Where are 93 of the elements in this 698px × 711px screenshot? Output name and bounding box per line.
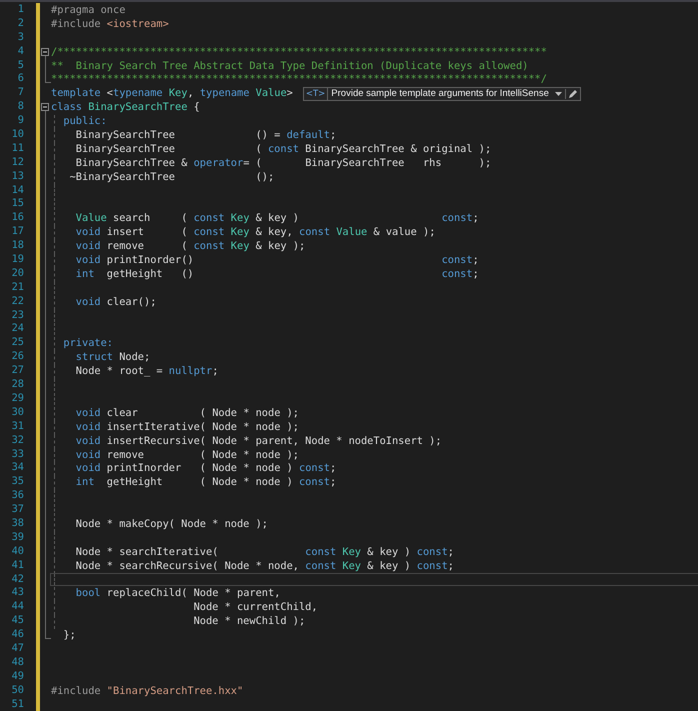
- line-number: 8: [16, 100, 25, 114]
- code-line: void printInorder() const;: [74, 254, 479, 268]
- line-number: 13: [10, 170, 25, 184]
- code-line: #include "BinarySearchTree.hxx": [51, 684, 244, 699]
- code-line: };: [62, 629, 76, 643]
- line-number: 44: [10, 600, 25, 614]
- collapse-icon[interactable]: [41, 103, 49, 112]
- collapse-icon[interactable]: [41, 48, 49, 56]
- code-line: private:: [62, 337, 113, 352]
- line-number: 35: [10, 475, 25, 490]
- line-number: 38: [10, 516, 25, 531]
- code-line: void remove ( Node * node );: [74, 448, 299, 462]
- line-number: 20: [10, 266, 25, 281]
- line-number: 27: [10, 364, 25, 378]
- line-number: 46: [10, 628, 25, 642]
- line-number: 42: [10, 572, 25, 586]
- line-number: 12: [10, 156, 25, 170]
- line-number: 48: [10, 656, 25, 670]
- code-line: void clear ( Node * node );: [74, 406, 299, 421]
- template-badge: <T>: [304, 88, 328, 100]
- line-number: 5: [16, 58, 25, 73]
- line-number: 15: [10, 197, 25, 212]
- line-number: 37: [10, 503, 25, 517]
- line-number: 24: [10, 322, 25, 336]
- code-line: void insert ( const Key & key, const Value & value );: [74, 226, 436, 240]
- line-number: 50: [10, 684, 25, 698]
- line-number: 9: [16, 114, 25, 128]
- line-number: 1: [16, 3, 25, 17]
- line-number: 22: [10, 294, 25, 309]
- line-number: 32: [10, 434, 25, 448]
- code-line: void printInorder ( Node * node ) const;: [74, 462, 336, 476]
- line-number: 18: [10, 239, 25, 254]
- line-number: 16: [10, 211, 25, 226]
- line-number: 29: [10, 392, 25, 406]
- code-line: #include <iostream>: [51, 18, 169, 32]
- hint-label: Provide sample template arguments for IntelliSense: [330, 88, 550, 100]
- line-number: 43: [10, 586, 25, 600]
- line-number: 23: [10, 308, 25, 322]
- caret-icon[interactable]: [554, 92, 562, 96]
- line-number: 10: [10, 128, 25, 142]
- line-number: 40: [10, 544, 25, 559]
- code-line: void insertRecursive( Node * parent, Node * nodeToInsert );: [74, 434, 442, 449]
- code-line: class BinarySearchTree {: [51, 101, 200, 116]
- code-line: *******************************************************************************/: [51, 73, 547, 88]
- line-number: 17: [10, 225, 25, 240]
- code-line: int getHeight () const;: [74, 268, 479, 282]
- line-number: 30: [10, 406, 25, 420]
- line-number: 41: [10, 558, 25, 573]
- code-line: int getHeight ( Node * node ) const;: [74, 476, 336, 490]
- line-number: 21: [10, 280, 25, 295]
- line-number: 45: [10, 614, 25, 628]
- line-number: 11: [10, 142, 25, 156]
- line-number: 28: [10, 378, 25, 392]
- code-line: BinarySearchTree () = default;: [74, 129, 336, 143]
- code-line: Value search ( const Key & key ) const;: [74, 212, 479, 226]
- code-line: struct Node;: [74, 351, 150, 366]
- code-line: /*******************************************************************************: [51, 46, 547, 60]
- line-number: 26: [10, 350, 25, 364]
- line-number: 34: [10, 461, 25, 476]
- intellisense-hint[interactable]: <T> Provide sample template arguments for IntelliSense: [302, 87, 581, 102]
- line-number: 14: [10, 184, 25, 198]
- code-line: BinarySearchTree & operator= ( BinarySearchTree rhs );: [74, 156, 492, 171]
- code-line: template <typename Key, typename Value>: [51, 87, 293, 102]
- code-line: Node * root_ = nullptr;: [74, 365, 218, 380]
- line-number: 2: [16, 16, 25, 31]
- line-number: 51: [10, 698, 25, 711]
- line-number: 39: [10, 530, 25, 545]
- code-line: #pragma once: [51, 4, 126, 18]
- code-line: ~BinarySearchTree ();: [68, 170, 274, 185]
- code-line: Node * searchIterative( const Key & key ) const;: [74, 546, 454, 560]
- line-number: 47: [10, 642, 25, 656]
- pencil-icon[interactable]: [564, 89, 578, 100]
- line-number: 3: [16, 30, 25, 45]
- line-number: 31: [10, 420, 25, 434]
- code-line: BinarySearchTree ( const BinarySearchTree & original );: [74, 142, 492, 157]
- code-line: Node * searchRecursive( Node * node, const Key & key ) const;: [74, 560, 454, 574]
- code-line: public:: [62, 115, 107, 130]
- line-number: 19: [10, 253, 25, 268]
- code-line: Node * currentChild,: [192, 601, 318, 616]
- line-number: 36: [10, 489, 25, 504]
- line-number: 4: [16, 44, 25, 59]
- code-line: Node * makeCopy( Node * node );: [74, 518, 268, 532]
- code-line: void remove ( const Key & key );: [74, 240, 306, 254]
- line-number: 25: [10, 336, 25, 350]
- code-line: Node * newChild );: [192, 615, 306, 630]
- code-line: ** Binary Search Tree Abstract Data Type Definition (Duplicate keys allowed): [51, 60, 528, 74]
- code-line: bool replaceChild( Node * parent,: [74, 587, 280, 602]
- line-number: 33: [10, 448, 25, 462]
- line-number: 7: [16, 86, 25, 100]
- line-number: 6: [16, 72, 25, 86]
- code-line: void insertIterative( Node * node );: [74, 420, 299, 435]
- line-number: 49: [10, 670, 25, 684]
- code-line: void clear();: [74, 296, 156, 310]
